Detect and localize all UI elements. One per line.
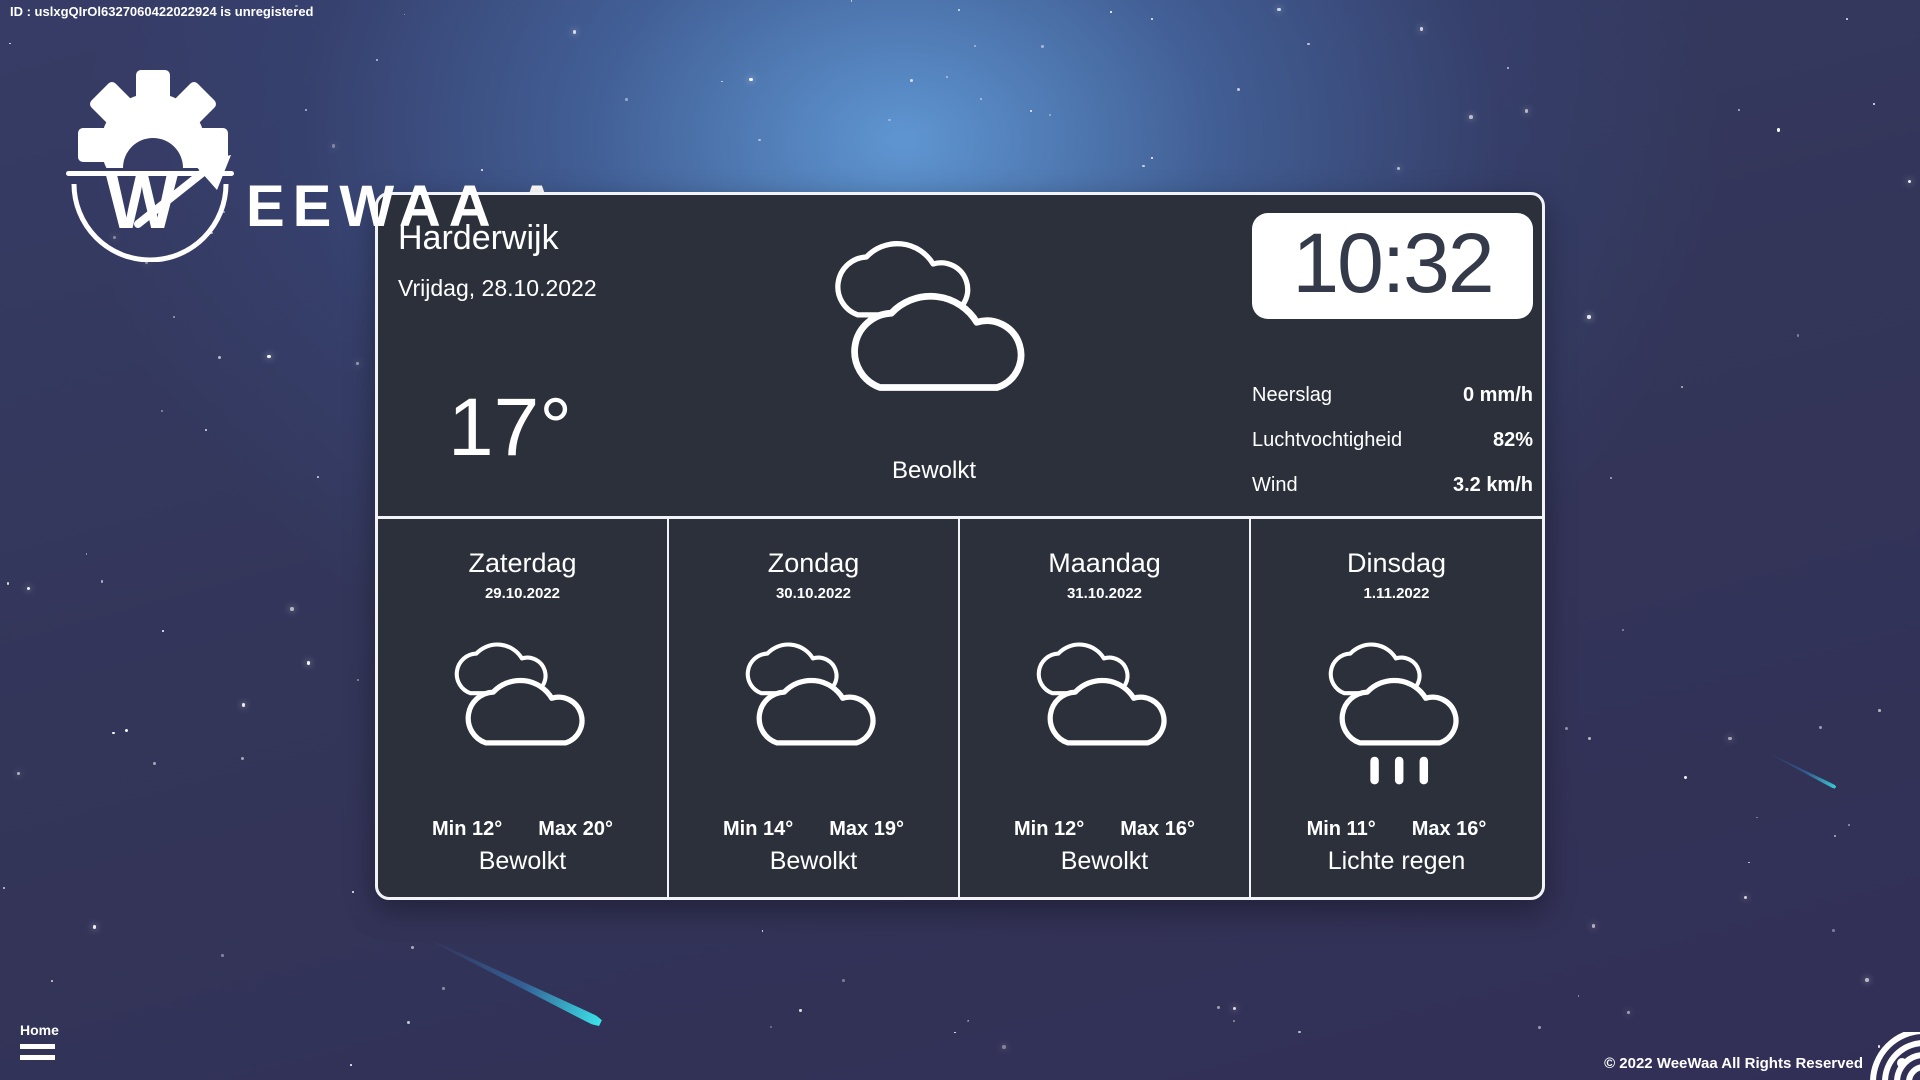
weather-card: Harderwijk Vrijdag, 28.10.2022 17° Bewol… (375, 192, 1545, 900)
cloudy-icon (1012, 629, 1197, 789)
current-weather-panel: Harderwijk Vrijdag, 28.10.2022 17° Bewol… (378, 195, 1542, 516)
forecast-minmax: Min 14° Max 19° (723, 817, 904, 841)
weather-dashboard: ID : uslxgQIrOl6327060422022924 is unreg… (0, 0, 1920, 1080)
forecast-date: 1.11.2022 (1364, 585, 1430, 603)
forecast-date: 30.10.2022 (776, 585, 851, 603)
forecast-day: Dinsdag (1347, 547, 1446, 579)
forecast-condition: Bewolkt (770, 847, 858, 876)
forecast-condition: Lichte regen (1328, 847, 1466, 876)
forecast-day: Zondag (768, 547, 860, 579)
forecast-max: Max 20° (538, 817, 613, 841)
stat-value: 0 mm/h (1463, 384, 1533, 407)
stat-humidity: Luchtvochtigheid 82% (1252, 429, 1533, 453)
home-label: Home (20, 1022, 59, 1038)
stat-label: Wind (1252, 474, 1298, 497)
cloudy-icon (799, 221, 1069, 455)
signal-arcs-icon (1862, 1032, 1920, 1080)
forecast-min: Min 12° (432, 817, 502, 841)
forecast-condition: Bewolkt (1061, 847, 1149, 876)
forecast-card-saturday: Zaterdag 29.10.2022 Min 12° Max 20° Bewo… (378, 519, 669, 897)
forecast-minmax: Min 12° Max 16° (1014, 817, 1195, 841)
light-rain-icon (1304, 629, 1489, 789)
forecast-max: Max 16° (1412, 817, 1487, 841)
forecast-date: 29.10.2022 (485, 585, 560, 603)
hamburger-menu-icon[interactable] (20, 1044, 59, 1060)
stat-value: 82% (1493, 429, 1533, 452)
license-banner: ID : uslxgQIrOl6327060422022924 is unreg… (10, 4, 314, 19)
forecast-condition: Bewolkt (479, 847, 567, 876)
forecast-min: Min 12° (1014, 817, 1084, 841)
current-condition: Bewolkt (799, 457, 1069, 485)
stat-precipitation: Neerslag 0 mm/h (1252, 384, 1533, 408)
forecast-minmax: Min 11° Max 16° (1307, 817, 1487, 841)
gear-icon (58, 62, 248, 168)
forecast-card-monday: Maandag 31.10.2022 Min 12° Max 16° Bewol… (960, 519, 1251, 897)
copyright-text: © 2022 WeeWaa All Rights Reserved (1604, 1055, 1863, 1072)
stat-value: 3.2 km/h (1453, 474, 1533, 497)
current-date: Vrijdag, 28.10.2022 (398, 275, 597, 302)
clock-time: 10:32 (1292, 221, 1492, 305)
forecast-row: Zaterdag 29.10.2022 Min 12° Max 20° Bewo… (378, 516, 1542, 897)
forecast-day: Maandag (1048, 547, 1161, 579)
forecast-day: Zaterdag (468, 547, 576, 579)
cloudy-icon (430, 629, 615, 789)
stat-wind: Wind 3.2 km/h (1252, 474, 1533, 498)
forecast-max: Max 19° (829, 817, 904, 841)
forecast-min: Min 14° (723, 817, 793, 841)
cloudy-icon (721, 629, 906, 789)
rain-drops (1370, 757, 1428, 785)
home-menu-button[interactable]: Home (20, 1022, 59, 1060)
weewaa-gear-logo-icon: W (58, 62, 248, 262)
forecast-min: Min 11° (1307, 817, 1376, 841)
forecast-minmax: Min 12° Max 20° (432, 817, 613, 841)
weather-stats: Neerslag 0 mm/h Luchtvochtigheid 82% Win… (1252, 384, 1533, 519)
current-temperature: 17° (448, 387, 572, 469)
forecast-card-tuesday: Dinsdag 1.11.2022 Min 11° Max 16° Lichte… (1251, 519, 1542, 897)
stat-label: Luchtvochtigheid (1252, 429, 1402, 452)
forecast-max: Max 16° (1120, 817, 1195, 841)
stat-label: Neerslag (1252, 384, 1332, 407)
logo-wordmark: EEWAA (246, 178, 499, 236)
forecast-date: 31.10.2022 (1067, 585, 1142, 603)
forecast-card-sunday: Zondag 30.10.2022 Min 14° Max 19° Bewolk… (669, 519, 960, 897)
clock: 10:32 (1252, 213, 1533, 319)
